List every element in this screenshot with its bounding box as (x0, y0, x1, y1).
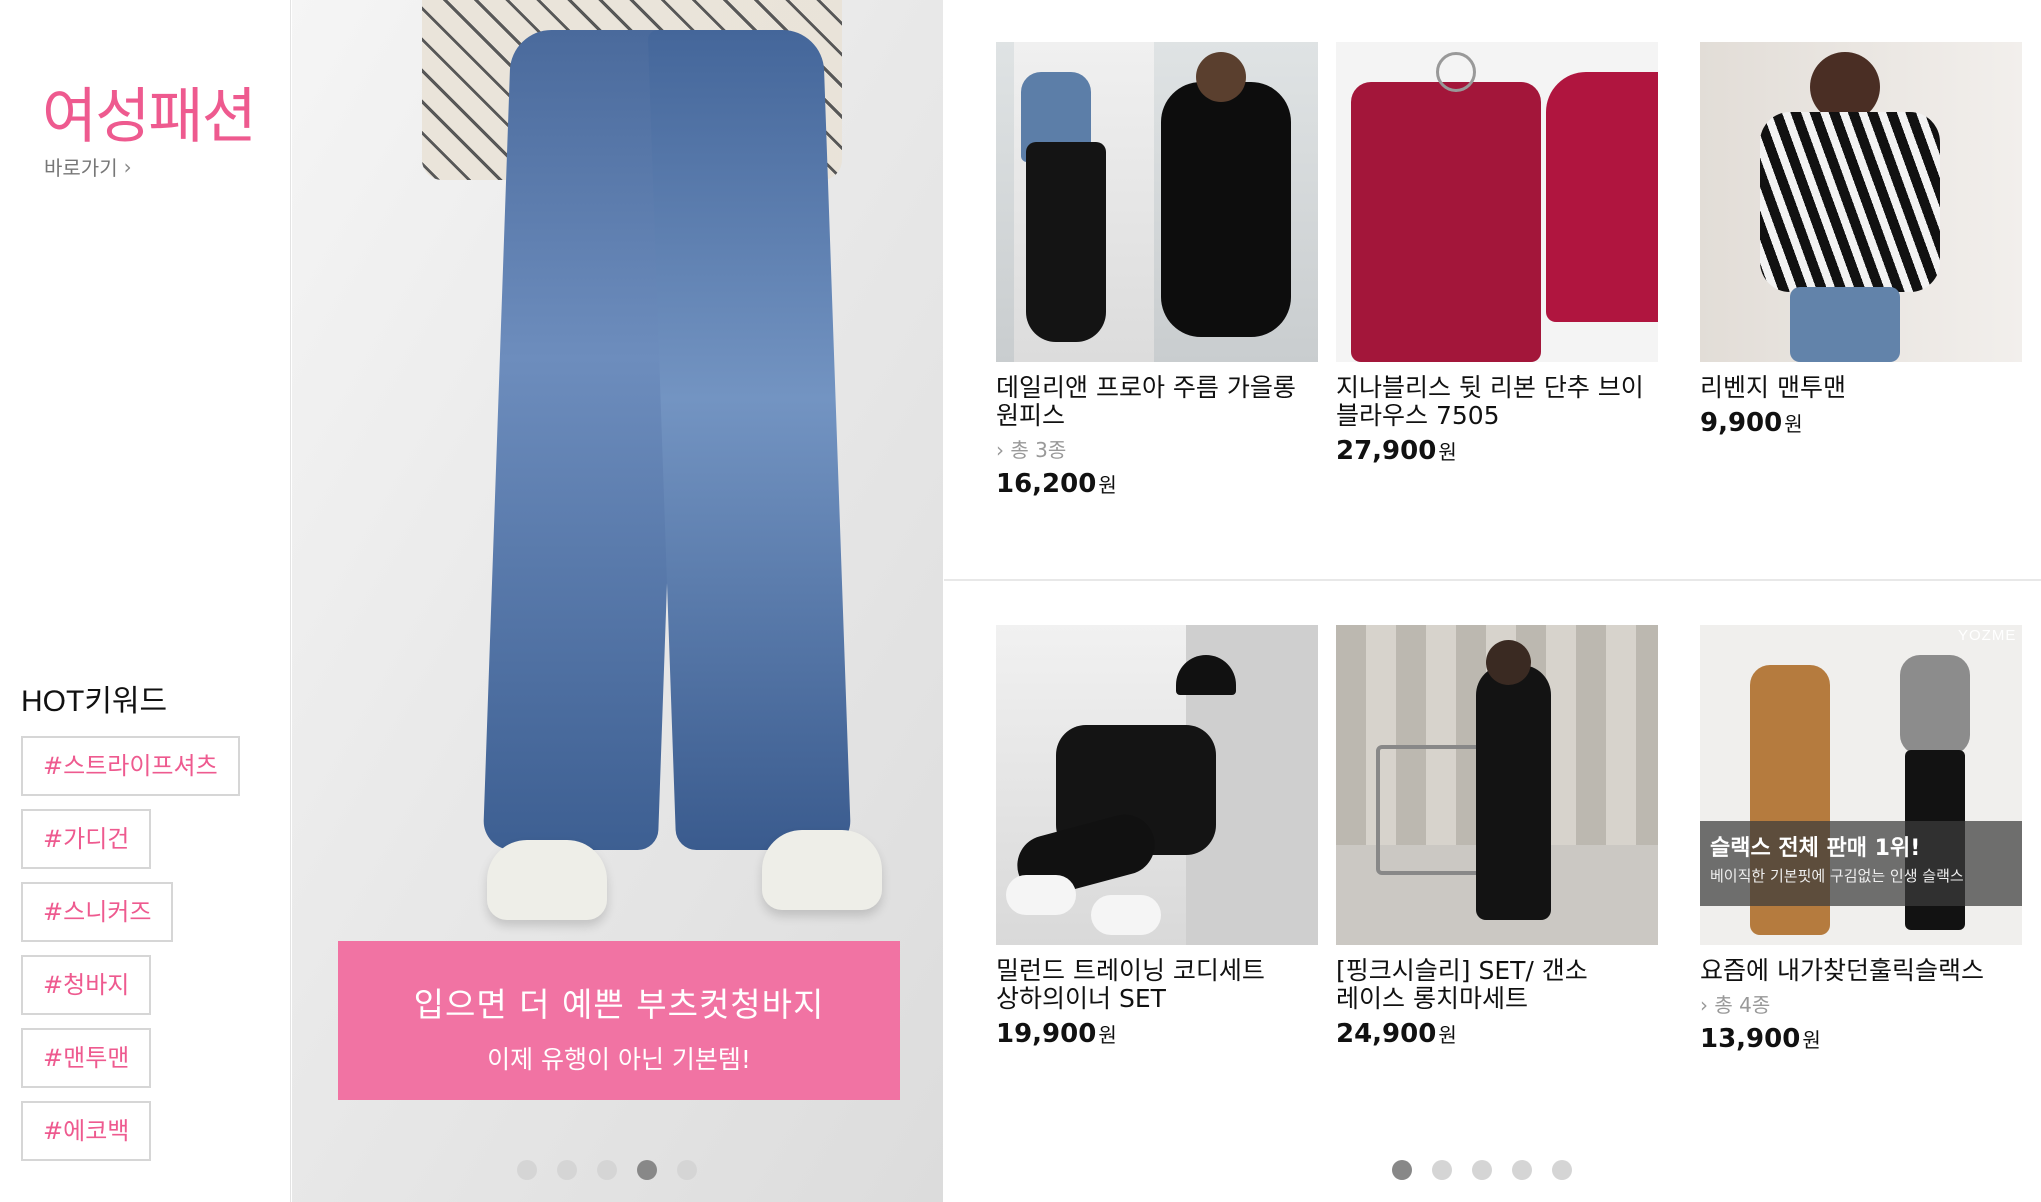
hero-pager-dot-active[interactable] (637, 1160, 657, 1180)
product-card[interactable]: 밀런드 트레이닝 코디세트 상하의이너 SET 19,900 원 (996, 625, 1318, 1049)
chevron-right-icon: › (1700, 993, 1708, 1017)
hero-headline: 입으면 더 예쁜 부츠컷청바지 (413, 985, 825, 1024)
hero-subline: 이제 유행이 아닌 기본템! (487, 1045, 751, 1074)
product-price: 27,900 원 (1336, 436, 1457, 466)
product-card[interactable]: 리벤지 맨투맨 9,900 원 (1700, 42, 2022, 438)
product-option-count: › 총 4종 (1700, 993, 1771, 1017)
product-name[interactable]: 요즘에 내가찾던훌릭슬랙스 (1700, 957, 2022, 985)
hot-keyword-list: #스트라이프셔츠 #가디건 #스니커즈 #청바지 #맨투맨 #에코백 (21, 736, 240, 1161)
product-option-count: › 총 3종 (996, 438, 1067, 462)
hot-keyword-title: HOT키워드 (21, 685, 168, 718)
hero-photo-shoe (487, 840, 607, 920)
product-image[interactable] (1336, 625, 1658, 945)
hero-pager (292, 1160, 943, 1180)
product-price: 16,200 원 (996, 469, 1117, 499)
product-image[interactable] (1700, 42, 2022, 362)
keyword-tag[interactable]: #스트라이프셔츠 (21, 736, 240, 796)
hero-banner[interactable]: 입으면 더 예쁜 부츠컷청바지 이제 유행이 아닌 기본템! (292, 0, 943, 1202)
hero-pager-dot[interactable] (517, 1160, 537, 1180)
keyword-tag[interactable]: #에코백 (21, 1101, 152, 1161)
shortcut-link[interactable]: 바로가기 › (44, 152, 132, 181)
grid-pager (1392, 1160, 1572, 1180)
product-name[interactable]: 밀런드 트레이닝 코디세트 상하의이너 SET (996, 957, 1318, 1013)
shortcut-label: 바로가기 (44, 156, 118, 180)
hero-pager-dot[interactable] (557, 1160, 577, 1180)
product-grid: 데일리앤 프로아 주름 가을롱 원피스 › 총 3종 16,200 원 지나블리스… (944, 0, 2041, 1202)
product-name[interactable]: [핑크시슬리] SET/ 갠소 레이스 롱치마세트 (1336, 957, 1658, 1013)
keyword-tag[interactable]: #스니커즈 (21, 882, 174, 942)
product-card[interactable]: 데일리앤 프로아 주름 가을롱 원피스 › 총 3종 16,200 원 (996, 42, 1318, 499)
grid-pager-dot-active[interactable] (1392, 1160, 1412, 1180)
product-card[interactable]: YOZME 슬랙스 전체 판매 1위! 베이직한 기본핏에 구김없는 인생 슬랙… (1700, 625, 2022, 1054)
keyword-tag[interactable]: #가디건 (21, 809, 152, 869)
product-price: 9,900 원 (1700, 408, 1803, 438)
hero-pager-dot[interactable] (677, 1160, 697, 1180)
category-title[interactable]: 여성패션 (42, 68, 257, 155)
grid-pager-dot[interactable] (1472, 1160, 1492, 1180)
keyword-tag[interactable]: #맨투맨 (21, 1028, 152, 1088)
product-image[interactable]: YOZME 슬랙스 전체 판매 1위! 베이직한 기본핏에 구김없는 인생 슬랙… (1700, 625, 2022, 945)
overlay-headline: 슬랙스 전체 판매 1위! (1710, 836, 1921, 861)
category-sidebar: 여성패션 바로가기 › HOT키워드 #스트라이프셔츠 #가디건 #스니커즈 #… (0, 0, 291, 1202)
product-image[interactable] (1336, 42, 1658, 362)
hero-photo-shoe (762, 830, 882, 910)
row-divider (944, 579, 2041, 581)
hero-caption[interactable]: 입으면 더 예쁜 부츠컷청바지 이제 유행이 아닌 기본템! (338, 941, 900, 1100)
product-image[interactable] (996, 625, 1318, 945)
product-price: 19,900 원 (996, 1019, 1117, 1049)
brand-watermark: YOZME (1958, 627, 2017, 644)
chevron-right-icon: › (123, 154, 132, 179)
product-name[interactable]: 지나블리스 뒷 리본 단추 브이 블라우스 7505 (1336, 374, 1658, 430)
hero-pager-dot[interactable] (597, 1160, 617, 1180)
product-card[interactable]: 지나블리스 뒷 리본 단추 브이 블라우스 7505 27,900 원 (1336, 42, 1658, 466)
hero-photo-jeans-right (647, 30, 852, 850)
product-card[interactable]: [핑크시슬리] SET/ 갠소 레이스 롱치마세트 24,900 원 (1336, 625, 1658, 1049)
product-price: 13,900 원 (1700, 1024, 1821, 1054)
overlay-subline: 베이직한 기본핏에 구김없는 인생 슬랙스 (1710, 867, 1964, 885)
grid-pager-dot[interactable] (1512, 1160, 1532, 1180)
product-image[interactable] (996, 42, 1318, 362)
keyword-tag[interactable]: #청바지 (21, 955, 152, 1015)
grid-pager-dot[interactable] (1552, 1160, 1572, 1180)
product-price: 24,900 원 (1336, 1019, 1457, 1049)
product-name[interactable]: 데일리앤 프로아 주름 가을롱 원피스 (996, 374, 1318, 430)
product-name[interactable]: 리벤지 맨투맨 (1700, 374, 2022, 402)
chevron-right-icon: › (996, 438, 1004, 462)
grid-pager-dot[interactable] (1432, 1160, 1452, 1180)
